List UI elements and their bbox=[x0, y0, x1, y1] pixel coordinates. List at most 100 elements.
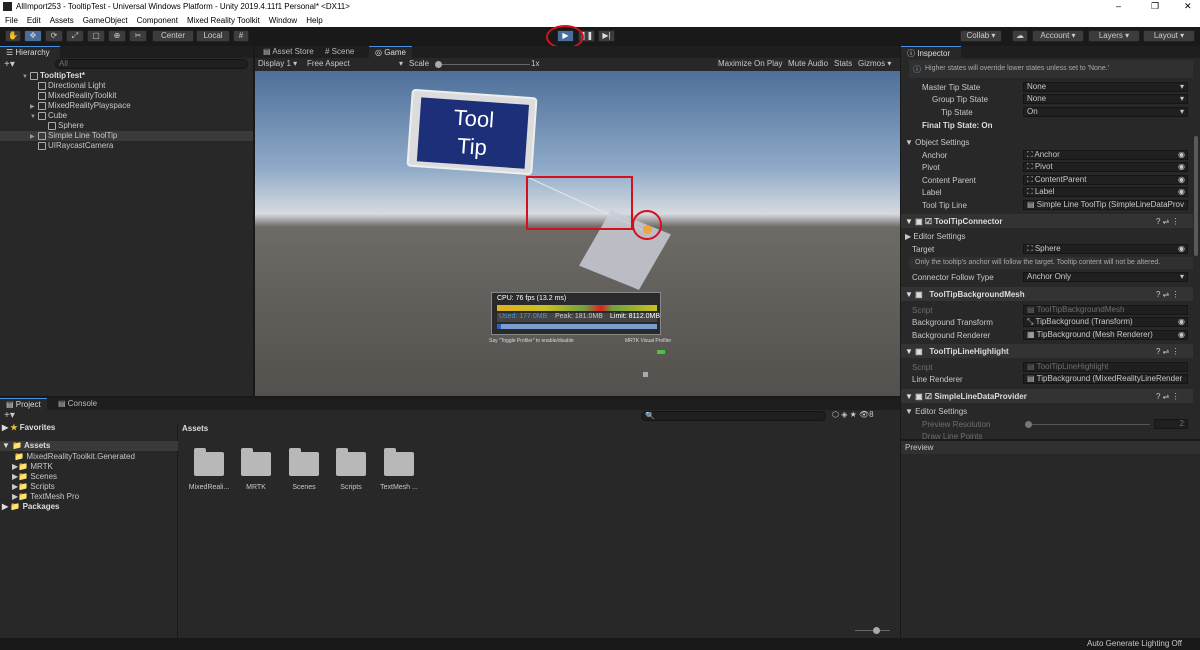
help-icon[interactable]: ? ⇌ ⋮ bbox=[1156, 392, 1180, 401]
object-picker-icon[interactable]: ◉ bbox=[1178, 151, 1185, 159]
tree-folder-item[interactable]: ▶📁 MRTK bbox=[12, 462, 53, 471]
hierarchy-item[interactable]: UIRaycastCamera bbox=[0, 141, 253, 151]
help-icon[interactable]: ? ⇌ ⋮ bbox=[1156, 217, 1180, 226]
tip-state-dropdown[interactable]: On ▾ bbox=[1023, 107, 1188, 117]
connector-editor-settings-foldout[interactable]: ▶ Editor Settings bbox=[905, 232, 965, 241]
move-tool-icon[interactable]: ✥ bbox=[24, 30, 42, 42]
tree-folder-item[interactable]: ▶📁 Scenes bbox=[12, 472, 57, 481]
menu-component[interactable]: Component bbox=[137, 16, 178, 25]
line-provider-editor-settings-foldout[interactable]: ▼ Editor Settings bbox=[905, 407, 967, 416]
tool-tip-line-field[interactable]: ▤ Simple Line ToolTip (SimpleLineDataPro… bbox=[1023, 200, 1188, 210]
master-tip-state-dropdown[interactable]: None ▾ bbox=[1023, 82, 1188, 92]
object-picker-icon[interactable]: ◉ bbox=[1178, 245, 1185, 253]
add-icon[interactable]: +▾ bbox=[4, 59, 15, 70]
menu-help[interactable]: Help bbox=[306, 16, 322, 25]
game-viewport[interactable]: Tool Tip CPU: 76 fps (13.2 ms) Used: 177.… bbox=[255, 71, 900, 396]
component-header-line-provider[interactable]: ▼ ▣ ☑ SimpleLineDataProvider ? ⇌ ⋮ bbox=[901, 389, 1193, 403]
menu-mrtk[interactable]: Mixed Reality Toolkit bbox=[187, 16, 260, 25]
favorites-item[interactable]: ▶ ★ Favorites bbox=[2, 423, 55, 432]
menu-assets[interactable]: Assets bbox=[50, 16, 74, 25]
scale-slider[interactable] bbox=[435, 61, 530, 68]
object-picker-icon[interactable]: ◉ bbox=[1178, 331, 1185, 339]
tree-folder-item[interactable]: 📁 MixedRealityToolkit.Generated bbox=[12, 452, 135, 461]
content-parent-field[interactable]: ⛶ ContentParent ◉ bbox=[1023, 175, 1188, 185]
menu-edit[interactable]: Edit bbox=[27, 16, 41, 25]
tab-asset-store[interactable]: ▤ Asset Store bbox=[257, 46, 320, 58]
aspect-dropdown[interactable]: Free Aspect ▾ bbox=[307, 59, 403, 68]
scene-root[interactable]: ▼ TooltipTest* bbox=[0, 71, 253, 81]
background-transform-field[interactable]: ⤡ TipBackground (Transform) ◉ bbox=[1023, 317, 1188, 327]
minimize-button[interactable]: – bbox=[1116, 1, 1121, 11]
tree-folder-item[interactable]: ▶📁 TextMesh Pro bbox=[12, 492, 79, 501]
icon-size-slider[interactable] bbox=[855, 627, 890, 634]
collab-button[interactable]: Collab ▾ bbox=[960, 30, 1002, 42]
layers-dropdown[interactable]: Layers ▾ bbox=[1088, 30, 1140, 42]
help-icon[interactable]: ? ⇌ ⋮ bbox=[1156, 290, 1180, 299]
hierarchy-item[interactable]: Directional Light bbox=[0, 81, 253, 91]
tab-scene[interactable]: # Scene bbox=[319, 46, 360, 58]
tree-folder-item[interactable]: ▶📁 Scripts bbox=[12, 482, 55, 491]
hierarchy-item[interactable]: Sphere bbox=[0, 121, 253, 131]
maximize-on-play-toggle[interactable]: Maximize On Play bbox=[718, 59, 782, 68]
menu-file[interactable]: File bbox=[5, 16, 18, 25]
grid-snap-icon[interactable]: # bbox=[233, 30, 249, 42]
preview-resolution-input[interactable]: 2 bbox=[1154, 419, 1188, 429]
step-button[interactable]: ▶| bbox=[598, 30, 615, 42]
stats-toggle[interactable]: Stats bbox=[834, 59, 852, 68]
hierarchy-item-selected[interactable]: ▶ Simple Line ToolTip bbox=[0, 131, 253, 141]
preview-header[interactable]: Preview bbox=[901, 441, 1200, 454]
menu-window[interactable]: Window bbox=[269, 16, 297, 25]
folder-icon[interactable] bbox=[241, 448, 271, 476]
line-renderer-field[interactable]: ▤ TipBackground (MixedRealityLineRender bbox=[1023, 374, 1188, 384]
component-header-bg-mesh[interactable]: ▼ ▣ ToolTipBackgroundMesh ? ⇌ ⋮ bbox=[901, 287, 1193, 301]
tab-console[interactable]: ▤ Console bbox=[52, 398, 103, 410]
tab-project[interactable]: ▤ Project bbox=[0, 398, 47, 410]
folder-icon[interactable] bbox=[194, 448, 224, 476]
folder-icon[interactable] bbox=[384, 448, 414, 476]
custom-tool-icon[interactable]: ✂ bbox=[129, 30, 147, 42]
background-renderer-field[interactable]: ▦ TipBackground (Mesh Renderer) ◉ bbox=[1023, 330, 1188, 340]
assets-tree-item[interactable]: ▼ 📁 Assets bbox=[0, 441, 178, 451]
scale-tool-icon[interactable]: ⤢ bbox=[66, 30, 84, 42]
project-search-input[interactable]: 🔍 bbox=[641, 411, 826, 421]
connector-follow-type-dropdown[interactable]: Anchor Only ▾ bbox=[1023, 272, 1188, 282]
anchor-field[interactable]: ⛶ Anchor ◉ bbox=[1023, 150, 1188, 160]
object-settings-foldout[interactable]: ▼ Object Settings bbox=[905, 138, 969, 147]
maximize-button[interactable]: ❐ bbox=[1151, 1, 1159, 12]
folder-icon[interactable] bbox=[336, 448, 366, 476]
transform-tool-icon[interactable]: ⊕ bbox=[108, 30, 126, 42]
folder-icon[interactable] bbox=[289, 448, 319, 476]
help-icon[interactable]: ? ⇌ ⋮ bbox=[1156, 347, 1180, 356]
filter-icons[interactable]: ⬡ ◈ ★ 👁8 bbox=[832, 410, 874, 419]
tab-hierarchy[interactable]: ☰ Hierarchy bbox=[0, 46, 60, 58]
object-picker-icon[interactable]: ◉ bbox=[1178, 176, 1185, 184]
pivot-center-button[interactable]: Center bbox=[152, 30, 194, 42]
pivot-field[interactable]: ⛶ Pivot ◉ bbox=[1023, 162, 1188, 172]
hierarchy-search-input[interactable]: All bbox=[55, 59, 248, 69]
tab-inspector[interactable]: ⓘ Inspector bbox=[901, 46, 961, 58]
hierarchy-item[interactable]: ▶ MixedRealityPlayspace bbox=[0, 101, 253, 111]
menu-gameobject[interactable]: GameObject bbox=[83, 16, 128, 25]
layout-dropdown[interactable]: Layout ▾ bbox=[1143, 30, 1195, 42]
component-header-line-highlight[interactable]: ▼ ▣ ToolTipLineHighlight ? ⇌ ⋮ bbox=[901, 344, 1193, 358]
tab-game[interactable]: ◎ Game bbox=[369, 46, 412, 58]
target-field[interactable]: ⛶ Sphere ◉ bbox=[1023, 244, 1188, 254]
rotate-tool-icon[interactable]: ⟳ bbox=[45, 30, 63, 42]
project-add-icon[interactable]: +▾ bbox=[4, 410, 15, 421]
scale-slider-thumb[interactable] bbox=[435, 61, 442, 68]
rect-tool-icon[interactable]: ▢ bbox=[87, 30, 105, 42]
display-dropdown[interactable]: Display 1 ▾ bbox=[258, 59, 297, 68]
group-tip-state-dropdown[interactable]: None ▾ bbox=[1023, 94, 1188, 104]
cloud-icon[interactable]: ☁ bbox=[1012, 30, 1028, 42]
object-picker-icon[interactable]: ◉ bbox=[1178, 188, 1185, 196]
hand-tool-icon[interactable]: ✋ bbox=[5, 30, 21, 42]
pivot-local-button[interactable]: Local bbox=[196, 30, 230, 42]
packages-tree-item[interactable]: ▶ 📁 Packages bbox=[2, 502, 59, 511]
close-button[interactable]: ✕ bbox=[1184, 1, 1192, 12]
object-picker-icon[interactable]: ◉ bbox=[1178, 163, 1185, 171]
inspector-scrollbar[interactable] bbox=[1194, 136, 1198, 256]
component-header-connector[interactable]: ▼ ▣ ☑ ToolTipConnector ? ⇌ ⋮ bbox=[901, 214, 1193, 228]
label-field[interactable]: ⛶ Label ◉ bbox=[1023, 187, 1188, 197]
gizmos-dropdown[interactable]: Gizmos ▾ bbox=[858, 59, 891, 68]
mute-audio-toggle[interactable]: Mute Audio bbox=[788, 59, 828, 68]
